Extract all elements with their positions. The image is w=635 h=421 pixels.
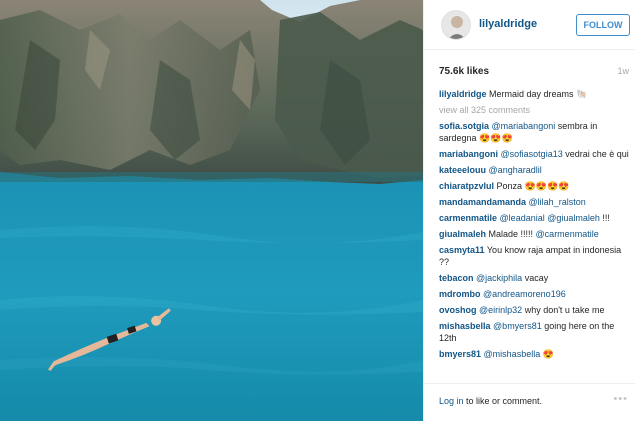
comment-username[interactable]: ovoshog xyxy=(439,305,477,315)
comment-item: mishasbella @bmyers81 going here on the … xyxy=(439,320,629,344)
user-avatar-icon xyxy=(442,11,470,39)
likes-count[interactable]: 75.6k likes xyxy=(439,66,489,77)
comment-username[interactable]: tebacon xyxy=(439,273,474,283)
login-prompt-text: to like or comment. xyxy=(463,396,543,406)
post-photo[interactable] xyxy=(0,0,423,421)
comment-item: chiaratpzvlul Ponza 😍😍😍😍 xyxy=(439,180,629,192)
comment-mention[interactable]: @carmenmatile xyxy=(536,229,599,239)
comment-text: Malade !!!!! xyxy=(486,229,536,239)
login-prompt: Log in to like or comment. xyxy=(439,396,542,406)
comment-text: Ponza 😍😍😍😍 xyxy=(494,181,570,191)
comments-list: lilyaldridge Mermaid day dreams 🐚 view a… xyxy=(439,88,629,378)
comment-item: ovoshog @eirinlp32 why don't u take me xyxy=(439,304,629,316)
post-header: lilyaldridge FOLLOW xyxy=(424,0,635,50)
comment-item: mandamandamanda @lilah_ralston xyxy=(439,196,629,208)
comment-mention[interactable]: @sofiasotgia13 xyxy=(501,149,563,159)
comment-text: vedrai che è qui xyxy=(562,149,629,159)
login-link[interactable]: Log in xyxy=(439,396,464,406)
caption-username[interactable]: lilyaldridge xyxy=(439,89,487,99)
comment-text: why don't u take me xyxy=(522,305,605,315)
comment-username[interactable]: mdrombo xyxy=(439,289,481,299)
comment-text: !!! xyxy=(599,213,610,223)
follow-button[interactable]: FOLLOW xyxy=(576,14,630,36)
comment-item: giualmaleh Malade !!!!! @carmenmatile xyxy=(439,228,629,240)
post-sidebar: lilyaldridge FOLLOW 75.6k likes 1w lilya… xyxy=(423,0,635,421)
comment-username[interactable]: chiaratpzvlul xyxy=(439,181,494,191)
view-all-comments-link[interactable]: view all 325 comments xyxy=(439,104,629,116)
comment-item: bmyers81 @mishasbella 😍 xyxy=(439,348,629,360)
comment-username[interactable]: bmyers81 xyxy=(439,349,481,359)
avatar[interactable] xyxy=(441,10,471,40)
caption-text: Mermaid day dreams 🐚 xyxy=(486,89,588,99)
more-options-icon[interactable]: ••• xyxy=(613,393,628,405)
comment-mention[interactable]: @lilah_ralston xyxy=(529,197,586,207)
comment-item: casmyta11 You know raja ampat in indones… xyxy=(439,244,629,268)
comment-username[interactable]: mishasbella xyxy=(439,321,491,331)
comment-mention[interactable]: @eirinlp32 xyxy=(479,305,522,315)
sea-cliff-image xyxy=(0,0,423,421)
caption: lilyaldridge Mermaid day dreams 🐚 xyxy=(439,88,629,100)
comment-item: tebacon @jackiphila vacay xyxy=(439,272,629,284)
comment-mention[interactable]: @leadanial @giualmaleh xyxy=(500,213,600,223)
comment-username[interactable]: mariabangoni xyxy=(439,149,498,159)
comment-mention[interactable]: @jackiphila xyxy=(476,273,522,283)
comment-item: kateeelouu @angharadlil xyxy=(439,164,629,176)
comment-username[interactable]: giualmaleh xyxy=(439,229,486,239)
post-time[interactable]: 1w xyxy=(617,66,629,76)
post-username[interactable]: lilyaldridge xyxy=(479,18,537,30)
post-footer: Log in to like or comment. ••• xyxy=(424,383,635,421)
comment-item: sofia.sotgia @mariabangoni sembra in sar… xyxy=(439,120,629,144)
comment-item: mariabangoni @sofiasotgia13 vedrai che è… xyxy=(439,148,629,160)
likes-row: 75.6k likes 1w xyxy=(424,50,635,82)
comment-username[interactable]: carmenmatile xyxy=(439,213,497,223)
comment-username[interactable]: casmyta11 xyxy=(439,245,485,255)
comment-username[interactable]: mandamandamanda xyxy=(439,197,526,207)
comment-text: 😍 xyxy=(540,349,554,359)
comment-mention[interactable]: @andreamoreno196 xyxy=(483,289,566,299)
comment-item: mdrombo @andreamoreno196 xyxy=(439,288,629,300)
comment-username[interactable]: sofia.sotgia xyxy=(439,121,489,131)
comment-mention[interactable]: @bmyers81 xyxy=(493,321,542,331)
comment-item: carmenmatile @leadanial @giualmaleh !!! xyxy=(439,212,629,224)
comment-mention[interactable]: @mishasbella xyxy=(484,349,541,359)
comment-username[interactable]: kateeelouu xyxy=(439,165,486,175)
comment-text: vacay xyxy=(522,273,549,283)
comment-mention[interactable]: @mariabangoni xyxy=(492,121,556,131)
comment-mention[interactable]: @angharadlil xyxy=(489,165,542,175)
